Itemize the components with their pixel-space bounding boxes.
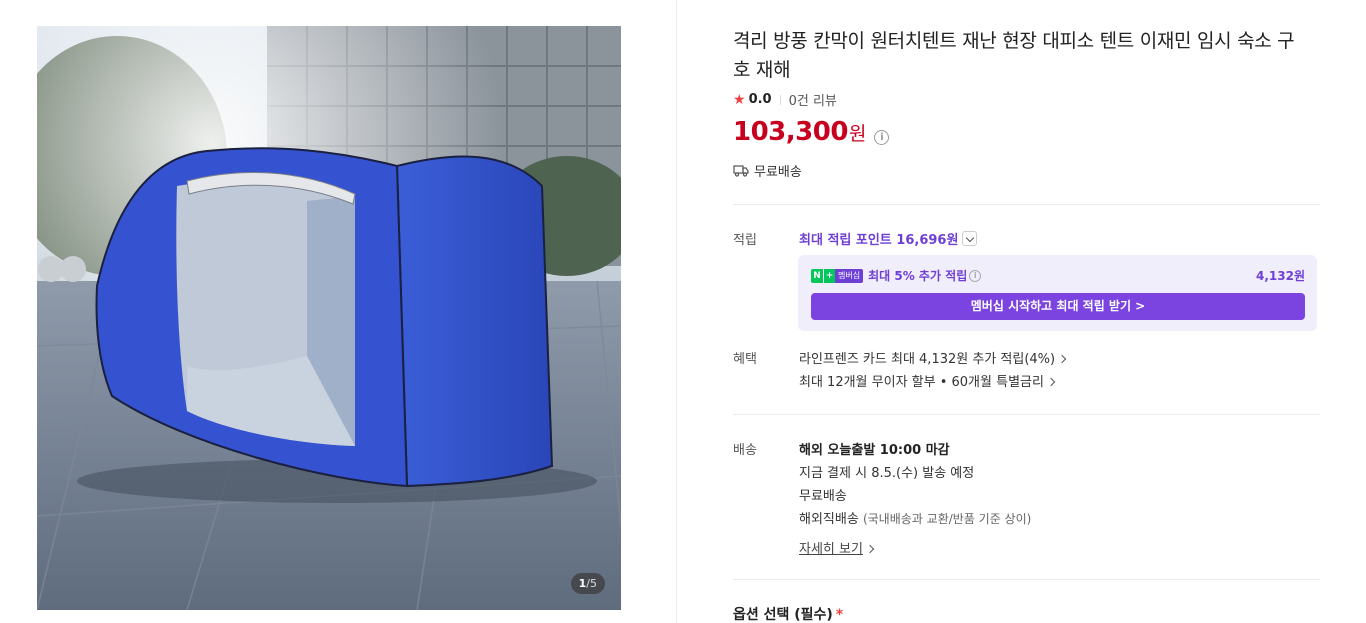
membership-box: N + 멤버십 최대 5% 추가 적립 i 4,132원 멤버십 시작하고 최대 적… (798, 255, 1317, 331)
start-membership-button[interactable]: 멤버십 시작하고 최대 적립 받기 > (811, 293, 1305, 320)
delivery-details-link[interactable]: 자세히 보기 (799, 538, 875, 557)
divider (733, 579, 1320, 580)
divider (733, 414, 1320, 415)
chevron-down-icon[interactable] (962, 231, 978, 246)
chevron-right-icon (865, 544, 875, 554)
rating-score: 0.0 (748, 92, 772, 107)
price-unit: 원 (848, 123, 867, 145)
chevron-right-icon (1046, 377, 1056, 387)
delivery-schedule: 지금 결제 시 8.5.(수) 발송 예정 (799, 466, 975, 481)
max-points-toggle[interactable]: 최대 적립 포인트 16,696원 (799, 229, 978, 248)
star-icon: ★ (733, 91, 746, 108)
shipping-text: 무료배송 (754, 165, 802, 180)
info-icon[interactable]: i (874, 130, 890, 145)
price-block: 103,300 원 i (733, 117, 890, 147)
rating-separator (779, 94, 781, 105)
max-points-text: 최대 적립 포인트 16,696원 (799, 233, 959, 248)
product-gallery: 1/5 (0, 0, 676, 623)
review-count[interactable]: 0건 리뷰 (789, 90, 837, 109)
delivery-label: 배송 (733, 443, 757, 458)
product-title: 격리 방풍 칸막이 원터치텐트 재난 현장 대피소 텐트 이재민 임시 숙소 구… (733, 30, 1295, 81)
info-icon[interactable]: i (969, 269, 982, 282)
image-counter: 1/5 (570, 573, 605, 594)
column-divider (676, 0, 677, 623)
card-benefit-link[interactable]: 라인프렌즈 카드 최대 4,132원 추가 적립(4%) (799, 348, 1067, 367)
divider (733, 204, 1320, 205)
tent-photo-icon (37, 26, 621, 610)
delivery-fee: 무료배송 (799, 489, 847, 504)
membership-amount: 4,132원 (1256, 269, 1305, 283)
price-value: 103,300 (733, 117, 848, 147)
benefits-label: 혜택 (733, 352, 757, 367)
delivery-type-note: (국내배송과 교환/반품 기준 상이) (862, 512, 1032, 526)
delivery-departure: 해외 오늘출발 10:00 마감 (799, 443, 950, 458)
shipping-summary: 무료배송 (733, 161, 802, 180)
product-image[interactable]: 1/5 (37, 26, 621, 610)
chevron-right-icon (1057, 354, 1067, 364)
required-mark: * (835, 607, 844, 623)
delivery-type: 해외직배송 (국내배송과 교환/반품 기준 상이) (799, 512, 1032, 527)
option-select-title: 옵션 선택 (필수) * (733, 607, 844, 623)
points-label: 적립 (733, 233, 757, 248)
membership-extra-text: 최대 5% 추가 적립 (868, 269, 968, 283)
installment-benefit-link[interactable]: 최대 12개월 무이자 할부 • 60개월 특별금리 (799, 371, 1056, 390)
truck-icon (733, 165, 749, 177)
membership-info: N + 멤버십 최대 5% 추가 적립 i 4,132원 (811, 267, 1305, 284)
rating-summary[interactable]: ★ 0.0 0건 리뷰 (733, 90, 837, 109)
npay-membership-badge: N + 멤버십 (811, 268, 864, 283)
